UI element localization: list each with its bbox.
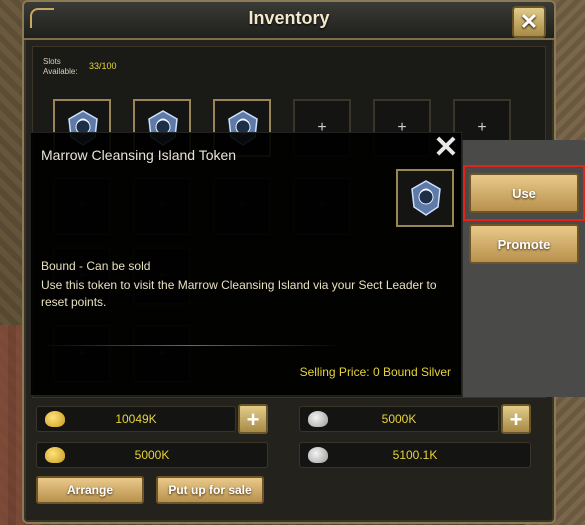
silver-display: 5000K — [299, 406, 499, 432]
divider — [41, 345, 341, 346]
titlebar: Inventory ✕ — [24, 2, 554, 40]
plus-icon: + — [477, 119, 487, 136]
gold-display: 10049K — [36, 406, 236, 432]
add-silver-button[interactable]: + — [501, 404, 531, 434]
close-button[interactable]: ✕ — [512, 6, 546, 38]
bound-silver-display: 5100.1K — [299, 442, 531, 468]
slots-count: 33/100 — [89, 61, 117, 71]
item-name: Marrow Cleansing Island Token — [41, 147, 237, 163]
item-icon-slot — [396, 169, 454, 227]
put-up-for-sale-button[interactable]: Put up for sale — [156, 476, 264, 504]
gold-value: 10049K — [115, 412, 157, 426]
bound-gold-value: 5000K — [134, 448, 170, 462]
item-description: Use this token to visit the Marrow Clean… — [41, 278, 437, 309]
arrange-button[interactable]: Arrange — [36, 476, 144, 504]
bound-silver-value: 5100.1K — [392, 448, 438, 462]
plus-icon: + — [246, 407, 260, 432]
item-tooltip: Marrow Cleansing Island Token ✕ Bound - … — [30, 132, 462, 396]
close-icon: ✕ — [433, 131, 459, 164]
token-icon — [411, 180, 441, 216]
window-title: Inventory — [248, 8, 330, 28]
close-tooltip-button[interactable]: ✕ — [431, 133, 461, 163]
silver-value: 5000K — [381, 412, 417, 426]
selling-price: Selling Price: 0 Bound Silver — [299, 365, 451, 379]
plus-icon: + — [509, 407, 523, 432]
add-gold-button[interactable]: + — [238, 404, 268, 434]
use-button[interactable]: Use — [469, 173, 579, 213]
promote-button[interactable]: Promote — [469, 224, 579, 264]
slots-label: Slots Available: — [43, 57, 78, 76]
item-action-panel: Use Promote — [462, 140, 585, 397]
bound-gold-display: 5000K — [36, 442, 268, 468]
close-icon: ✕ — [519, 9, 539, 34]
item-bound-status: Bound - Can be sold — [41, 259, 151, 273]
